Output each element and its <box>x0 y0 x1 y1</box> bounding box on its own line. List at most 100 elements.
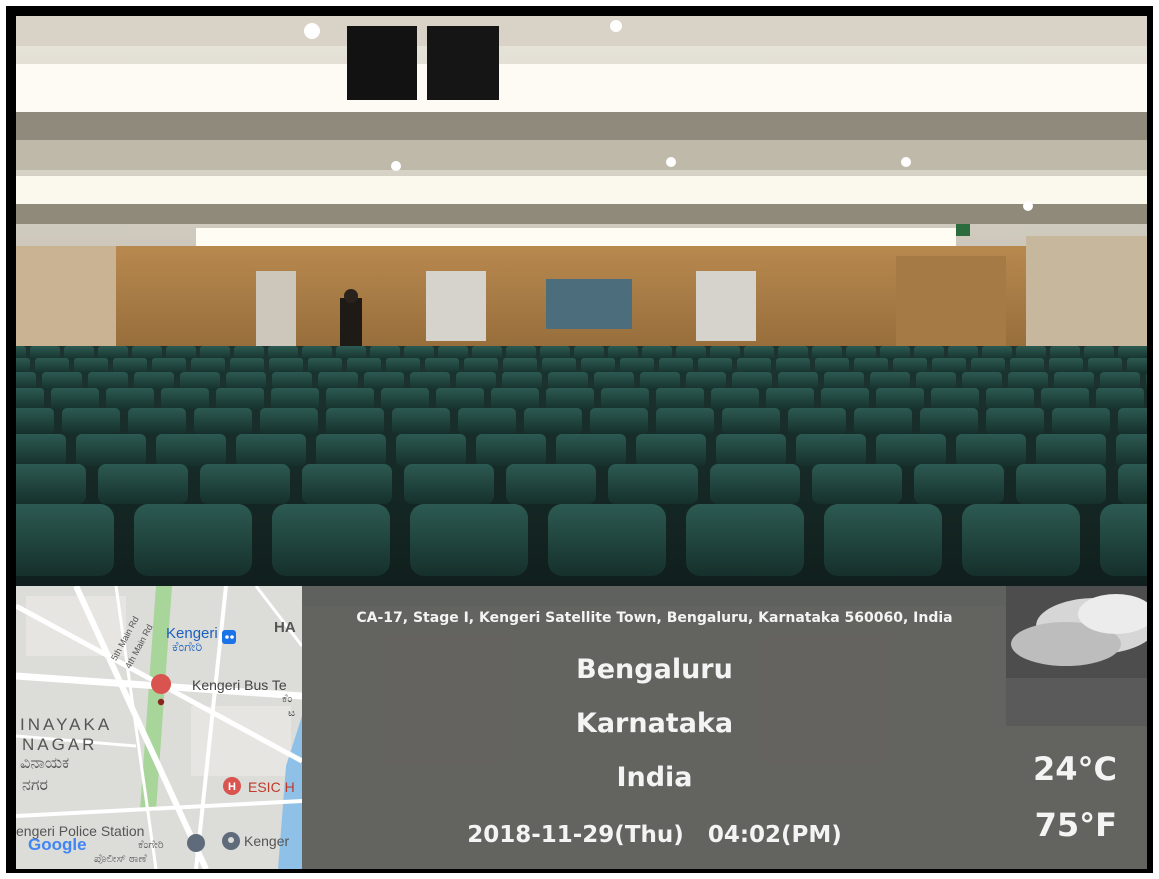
seat <box>316 434 386 466</box>
seat <box>200 464 290 504</box>
seat <box>180 372 220 390</box>
seat <box>271 388 319 410</box>
seat <box>64 346 94 360</box>
seat <box>971 358 1005 374</box>
seat <box>1118 464 1147 504</box>
seat <box>548 504 666 576</box>
seat <box>548 372 588 390</box>
seat <box>590 408 648 434</box>
seat <box>1052 408 1110 434</box>
seat <box>1054 372 1094 390</box>
seat <box>876 388 924 410</box>
seat <box>1088 358 1122 374</box>
map-label-police-kn: ಕೆಂಗೇರಿ <box>138 839 164 851</box>
seat <box>1084 346 1114 360</box>
cloudy-sky-icon <box>1006 586 1147 726</box>
seat <box>812 464 902 504</box>
map-label-nagar: NAGAR <box>22 735 98 754</box>
seat <box>272 504 390 576</box>
seat <box>893 358 927 374</box>
map-label-bus-terminal-kn: ಕೆಂ <box>282 693 293 705</box>
seat <box>1016 464 1106 504</box>
seat <box>620 358 654 374</box>
seat <box>656 388 704 410</box>
map-label-vinayaka-kn: ವಿನಾಯಕ <box>20 755 70 772</box>
map-label-bus-terminal: Kengeri Bus Te <box>192 677 287 693</box>
seat <box>1100 504 1147 576</box>
seat <box>686 372 726 390</box>
seat <box>846 346 876 360</box>
seat <box>410 504 528 576</box>
seat <box>594 372 634 390</box>
seat <box>236 434 306 466</box>
seat <box>156 434 226 466</box>
map-label-esic: ESIC H <box>248 779 295 795</box>
seat <box>982 346 1012 360</box>
seat <box>200 346 230 360</box>
seat <box>436 388 484 410</box>
seat <box>948 346 978 360</box>
seat <box>302 464 392 504</box>
seat <box>404 346 434 360</box>
location-map[interactable]: H Kengeri ಕೆಂಗೇರಿ HA 5th Main Rd 4th Mai… <box>16 586 302 869</box>
seat <box>76 434 146 466</box>
seat <box>16 358 30 374</box>
seat <box>1008 372 1048 390</box>
seat <box>404 464 494 504</box>
seat <box>722 408 780 434</box>
google-logo: Google <box>28 835 87 854</box>
seat <box>132 346 162 360</box>
seat <box>98 464 188 504</box>
map-label-vinayaka: INAYAKA <box>20 715 113 734</box>
seat <box>1050 346 1080 360</box>
seat <box>502 372 542 390</box>
seat <box>870 372 910 390</box>
seat <box>491 388 539 410</box>
map-label-nagara-kn: ನಗರ <box>22 777 49 794</box>
seat <box>962 504 1080 576</box>
seat <box>608 464 698 504</box>
seat <box>506 346 536 360</box>
seat <box>1127 358 1147 374</box>
map-label-ha: HA <box>274 619 296 636</box>
seat <box>234 346 264 360</box>
seat <box>1116 434 1147 466</box>
seat <box>318 372 358 390</box>
seat <box>326 388 374 410</box>
seat <box>74 358 108 374</box>
seat <box>1096 388 1144 410</box>
seat <box>464 358 498 374</box>
seat <box>1118 408 1147 434</box>
seat <box>732 372 772 390</box>
seat <box>472 346 502 360</box>
seat <box>30 346 60 360</box>
seat <box>788 408 846 434</box>
seat <box>438 346 468 360</box>
seat <box>476 434 546 466</box>
seat <box>268 346 298 360</box>
seat <box>880 346 910 360</box>
seat <box>676 346 706 360</box>
seat <box>1010 358 1044 374</box>
seat <box>425 358 459 374</box>
seat <box>35 358 69 374</box>
map-label-kengeri-kn: ಕೆಂಗೇರಿ <box>172 639 203 654</box>
seat <box>88 372 128 390</box>
seat <box>812 346 842 360</box>
date-text: 2018-11-29(Thu) <box>467 822 684 848</box>
seat <box>386 358 420 374</box>
seat <box>796 434 866 466</box>
seat <box>956 434 1026 466</box>
seat <box>546 388 594 410</box>
time-text: 04:02(PM) <box>707 822 842 848</box>
seat <box>642 346 672 360</box>
seat <box>396 434 466 466</box>
seat <box>410 372 450 390</box>
seat <box>62 408 120 434</box>
seat <box>815 358 849 374</box>
seat <box>716 434 786 466</box>
seat <box>42 372 82 390</box>
seat <box>737 358 771 374</box>
seat <box>710 346 740 360</box>
seat <box>524 408 582 434</box>
